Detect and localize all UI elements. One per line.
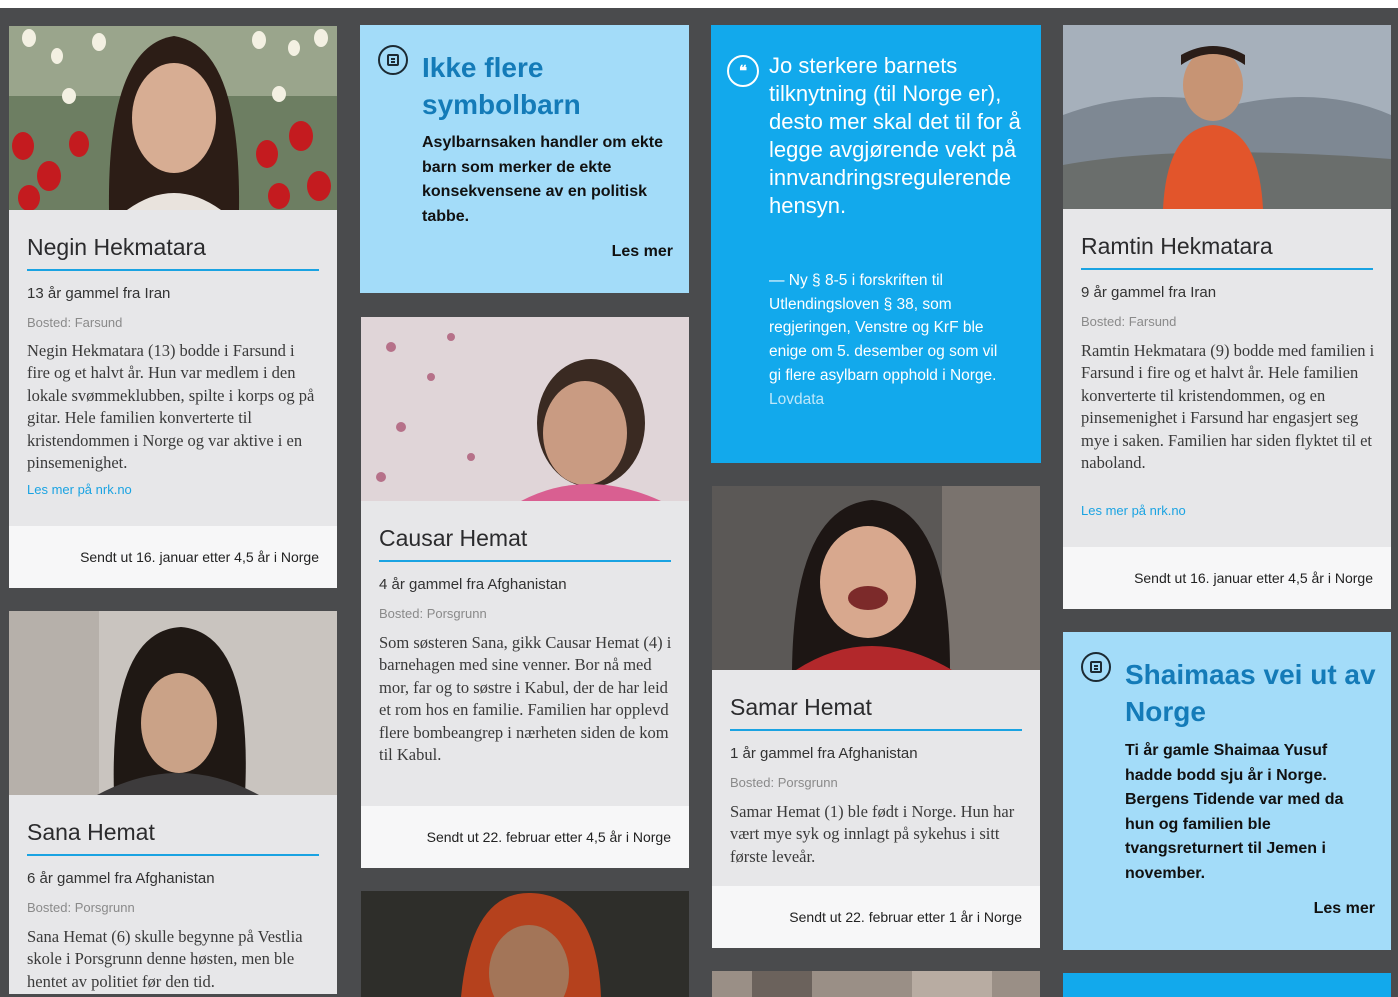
person-card-ramtin[interactable]: Ramtin Hekmatara 9 år gammel fra Iran Bo… [1063, 25, 1391, 609]
quote-source: — Ny § 8-5 i forskriften til Utlendingsl… [769, 269, 1009, 411]
person-home: Bosted: Porsgrunn [730, 775, 838, 790]
person-bio: Ramtin Hekmatara (9) bodde med familien … [1081, 341, 1375, 473]
person-home: Bosted: Farsund [27, 315, 123, 330]
article-lead: Ti år gamle Shaimaa Yusuf hadde bodd sju… [1125, 742, 1344, 882]
sent-out-footer: Sendt ut 22. februar etter 4,5 år i Norg… [361, 806, 689, 868]
article-icon [1081, 652, 1111, 682]
person-bio: Samar Hemat (1) ble født i Norge. Hun ha… [730, 802, 1015, 866]
quote-source-text: — Ny § 8-5 i forskriften til Utlendingsl… [769, 272, 998, 384]
person-age: 1 år gammel fra Afghanistan [730, 745, 918, 762]
portrait-photo-negin [9, 26, 337, 210]
portrait-photo-samar [712, 486, 1040, 670]
sent-out-footer: Sendt ut 16. januar etter 4,5 år i Norge [9, 526, 337, 588]
read-more-link[interactable]: Les mer på nrk.no [27, 482, 132, 497]
person-home: Bosted: Porsgrunn [379, 606, 487, 621]
read-more-link[interactable]: Les mer [1314, 900, 1375, 918]
article-card-shaimaa[interactable]: Shaimaas vei ut av Norge Ti år gamle Sha… [1063, 632, 1391, 950]
article-lead: Asylbarnsaken handler om ekte barn som m… [422, 134, 663, 225]
article-title[interactable]: Ikke flere symbolbarn [422, 49, 642, 123]
person-home: Bosted: Farsund [1081, 314, 1177, 329]
article-card-symbolbarn[interactable]: Ikke flere symbolbarn Asylbarnsaken hand… [360, 25, 689, 293]
person-name: Causar Hemat [379, 525, 671, 562]
person-card-negin[interactable]: Negin Hekmatara 13 år gammel fra Iran Bo… [9, 26, 337, 588]
portrait-photo-next [361, 891, 689, 997]
person-card-sana[interactable]: Sana Hemat 6 år gammel fra Afghanistan B… [9, 611, 337, 994]
portrait-photo-next2 [712, 971, 1040, 997]
person-age: 4 år gammel fra Afghanistan [379, 576, 567, 593]
person-card-causar[interactable]: Causar Hemat 4 år gammel fra Afghanistan… [361, 317, 689, 868]
person-name: Sana Hemat [27, 819, 319, 856]
person-card-next2[interactable] [712, 971, 1040, 997]
portrait-photo-sana [9, 611, 337, 795]
person-age: 9 år gammel fra Iran [1081, 284, 1217, 301]
quote-text: Jo sterkere barnets tilknytning (til Nor… [769, 53, 1021, 218]
top-strip [0, 0, 1398, 8]
article-icon [378, 45, 408, 75]
person-age: 13 år gammel fra Iran [27, 285, 171, 302]
person-bio: Sana Hemat (6) skulle begynne på Vestlia… [27, 927, 303, 991]
person-card-next[interactable] [361, 891, 689, 997]
sent-out-footer: Sendt ut 22. februar etter 1 år i Norge [712, 886, 1040, 948]
person-bio: Negin Hekmatara (13) bodde i Farsund i f… [27, 341, 315, 473]
quote-icon: ❝ [727, 55, 759, 87]
person-bio: Som søsteren Sana, gikk Causar Hemat (4)… [379, 633, 672, 765]
person-age: 6 år gammel fra Afghanistan [27, 870, 215, 887]
person-name: Ramtin Hekmatara [1081, 233, 1373, 270]
article-title[interactable]: Shaimaas vei ut av Norge [1125, 656, 1385, 730]
sent-out-footer: Sendt ut 16. januar etter 4,5 år i Norge [1063, 547, 1391, 609]
portrait-photo-causar [361, 317, 689, 501]
person-home: Bosted: Porsgrunn [27, 900, 135, 915]
person-name: Negin Hekmatara [27, 234, 319, 271]
source-link[interactable]: Lovdata [769, 391, 824, 408]
portrait-photo-ramtin [1063, 25, 1391, 209]
next-card-blue [1063, 973, 1391, 997]
quote-card: ❝ Jo sterkere barnets tilknytning (til N… [711, 25, 1041, 463]
read-more-link[interactable]: Les mer [612, 243, 673, 261]
person-name: Samar Hemat [730, 694, 1022, 731]
read-more-link[interactable]: Les mer på nrk.no [1081, 503, 1186, 518]
person-card-samar[interactable]: Samar Hemat 1 år gammel fra Afghanistan … [712, 486, 1040, 948]
